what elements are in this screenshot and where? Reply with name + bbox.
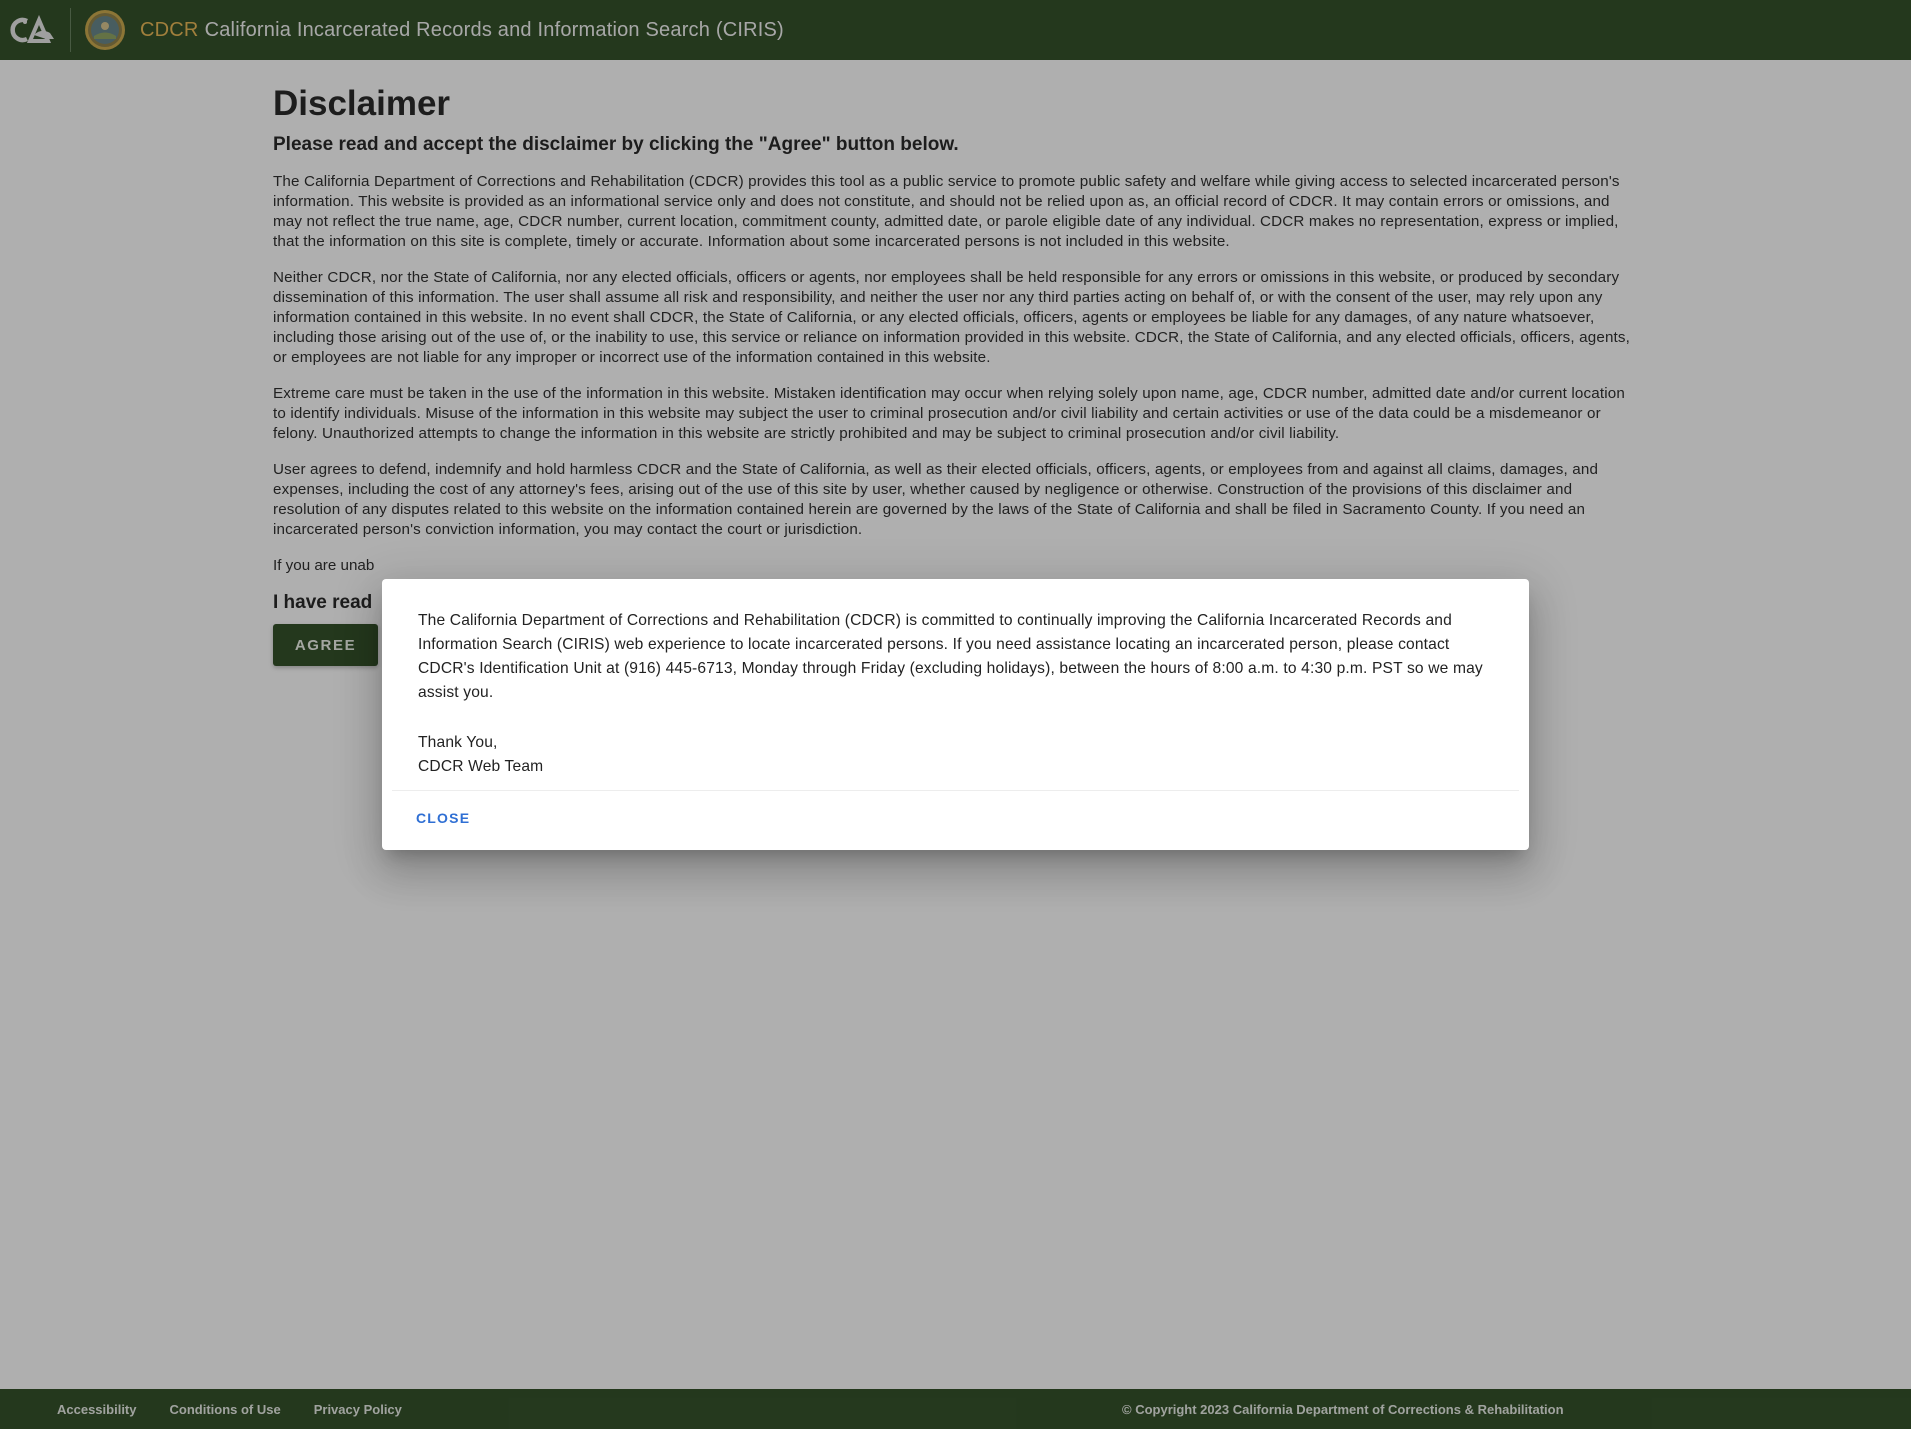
dialog-message: The California Department of Corrections… bbox=[418, 612, 1483, 701]
signature-line: CDCR Web Team bbox=[418, 758, 544, 775]
notice-dialog: The California Department of Corrections… bbox=[382, 579, 1529, 850]
signature-line: Thank You, bbox=[418, 734, 498, 751]
dialog-body: The California Department of Corrections… bbox=[382, 579, 1529, 779]
close-button[interactable]: CLOSE bbox=[404, 802, 482, 834]
dialog-signature: Thank You, CDCR Web Team bbox=[418, 731, 1493, 779]
dialog-divider bbox=[392, 790, 1519, 791]
